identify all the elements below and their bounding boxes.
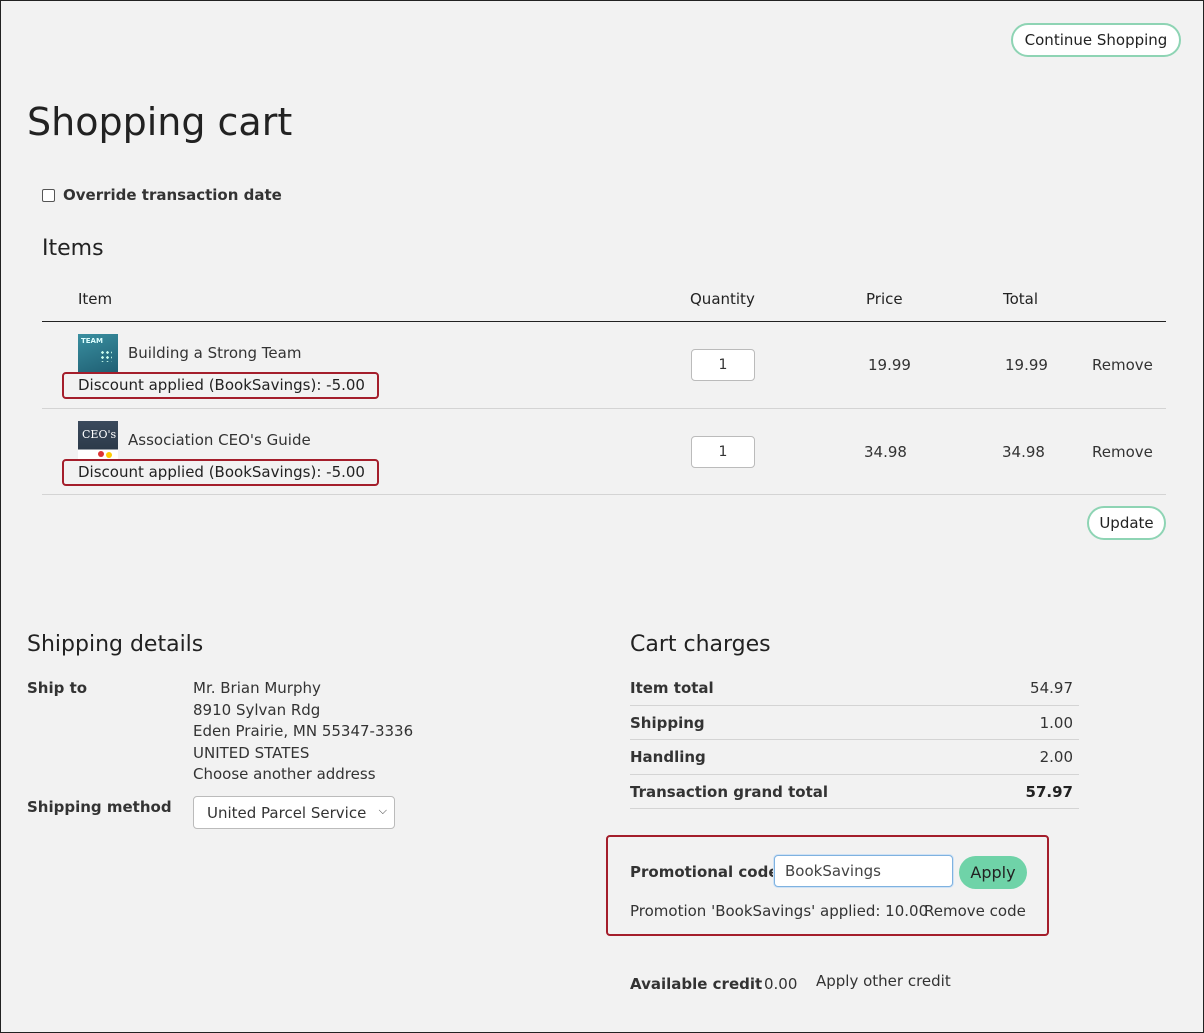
book-thumbnail: CEO's	[78, 421, 118, 459]
item-price: 19.99	[868, 356, 911, 374]
update-button[interactable]: Update	[1087, 506, 1166, 540]
choose-address-link[interactable]: Choose another address	[193, 765, 376, 783]
address-line: UNITED STATES	[193, 744, 310, 762]
discount-applied: Discount applied (BookSavings): -5.00	[62, 459, 379, 486]
remove-item-link[interactable]: Remove	[1092, 356, 1153, 374]
override-row: Override transaction date	[42, 186, 282, 204]
charge-value: 1.00	[1039, 714, 1073, 732]
charge-divider	[630, 739, 1079, 740]
charge-label: Shipping	[630, 714, 705, 732]
promo-code-label: Promotional code	[630, 863, 779, 881]
ship-to-label: Ship to	[27, 679, 88, 697]
shipping-heading: Shipping details	[27, 632, 204, 657]
book-thumbnail-label: TEAM	[81, 337, 103, 345]
override-label[interactable]: Override transaction date	[63, 186, 282, 204]
grand-total-label: Transaction grand total	[630, 783, 829, 801]
row-divider	[42, 494, 1166, 495]
shipping-method-value: United Parcel Service	[207, 803, 367, 822]
column-header-total: Total	[1003, 290, 1039, 308]
quantity-input[interactable]: 1	[691, 349, 755, 381]
item-total: 34.98	[1002, 443, 1045, 461]
charge-value: 54.97	[1030, 679, 1073, 697]
book-thumbnail-label: CEO's	[82, 428, 117, 441]
charge-divider	[630, 774, 1079, 775]
items-heading: Items	[42, 236, 104, 261]
remove-code-link[interactable]: Remove code	[924, 902, 1026, 920]
charge-value: 2.00	[1039, 748, 1073, 766]
shipping-method-select[interactable]: United Parcel Service ⌵	[193, 796, 395, 829]
available-credit-value: 0.00	[764, 975, 798, 993]
column-header-price: Price	[866, 290, 903, 308]
charge-divider	[630, 808, 1079, 809]
address-line: Eden Prairie, MN 55347-3336	[193, 722, 414, 740]
chevron-down-icon: ⌵	[378, 804, 387, 817]
available-credit-label: Available credit	[630, 975, 763, 993]
book-thumbnail: TEAM	[78, 334, 118, 372]
continue-shopping-button[interactable]: Continue Shopping	[1011, 23, 1181, 57]
cart-charges-heading: Cart charges	[630, 632, 771, 657]
table-header-divider	[42, 321, 1166, 322]
remove-item-link[interactable]: Remove	[1092, 443, 1153, 461]
promo-code-input[interactable]: BookSavings	[774, 855, 953, 887]
page-title: Shopping cart	[27, 100, 293, 144]
discount-applied: Discount applied (BookSavings): -5.00	[62, 372, 379, 399]
grand-total-value: 57.97	[1025, 783, 1073, 801]
item-link[interactable]: Association CEO's Guide	[128, 431, 311, 449]
column-header-quantity: Quantity	[690, 290, 755, 308]
row-divider	[42, 408, 1166, 409]
charge-label: Handling	[630, 748, 706, 766]
item-total: 19.99	[1005, 356, 1048, 374]
apply-promo-button[interactable]: Apply	[959, 856, 1027, 889]
address-line: Mr. Brian Murphy	[193, 679, 321, 697]
apply-other-credit-link[interactable]: Apply other credit	[816, 972, 951, 990]
charge-divider	[630, 705, 1079, 706]
promo-applied-text: Promotion 'BookSavings' applied: 10.00	[630, 902, 929, 920]
column-header-item: Item	[78, 290, 113, 308]
charge-label: Item total	[630, 679, 714, 697]
quantity-input[interactable]: 1	[691, 436, 755, 468]
item-price: 34.98	[864, 443, 907, 461]
address-line: 8910 Sylvan Rdg	[193, 701, 321, 719]
item-link[interactable]: Building a Strong Team	[128, 344, 301, 362]
shipping-method-label: Shipping method	[27, 798, 172, 816]
override-checkbox[interactable]	[42, 188, 55, 202]
